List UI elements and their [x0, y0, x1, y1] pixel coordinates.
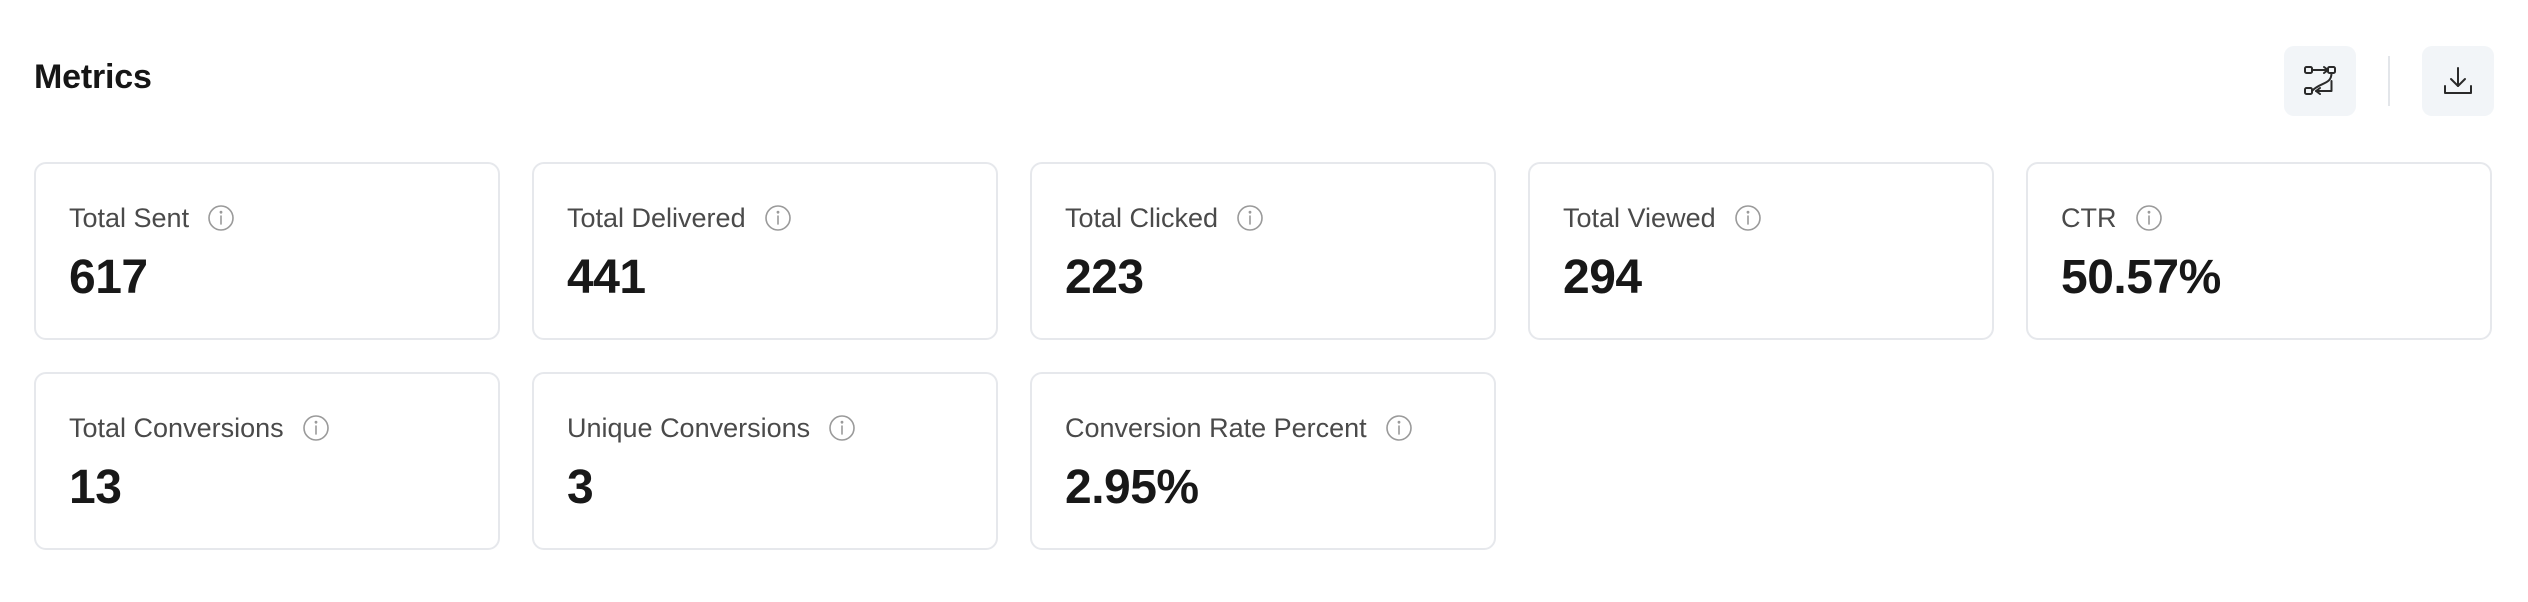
- info-icon[interactable]: [828, 414, 856, 442]
- page-title: Metrics: [34, 58, 152, 96]
- metric-value: 441: [567, 251, 646, 304]
- info-icon[interactable]: [1734, 204, 1762, 232]
- flow-icon: [2302, 63, 2338, 99]
- metric-card-ctr: CTR 50.57%: [2026, 162, 2492, 340]
- info-icon[interactable]: [302, 414, 330, 442]
- metric-label: Total Clicked: [1065, 202, 1219, 233]
- metric-card-unique-conversions: Unique Conversions 3: [532, 372, 998, 550]
- metric-value: 50.57%: [2061, 251, 2221, 304]
- metric-card-conversion-rate-percent: Conversion Rate Percent 2.95%: [1030, 372, 1496, 550]
- metrics-grid: Total Sent 617 Total Delivered 441 Total…: [34, 162, 2494, 550]
- metrics-header: Metrics: [34, 46, 2494, 116]
- metric-label: Conversion Rate Percent: [1065, 412, 1367, 443]
- actions-divider: [2388, 56, 2390, 106]
- flow-button[interactable]: [2284, 46, 2356, 116]
- metric-value: 13: [69, 461, 122, 514]
- metric-card-total-viewed: Total Viewed 294: [1528, 162, 1994, 340]
- info-icon[interactable]: [1385, 414, 1413, 442]
- metric-value: 294: [1563, 251, 1642, 304]
- metric-card-total-clicked: Total Clicked 223: [1030, 162, 1496, 340]
- metric-label: Total Delivered: [567, 202, 746, 233]
- metric-label: Total Viewed: [1563, 202, 1716, 233]
- metric-value: 2.95%: [1065, 461, 1199, 514]
- header-actions: [2284, 46, 2494, 116]
- metric-value: 617: [69, 251, 148, 304]
- info-icon[interactable]: [207, 204, 235, 232]
- metric-card-total-sent: Total Sent 617: [34, 162, 500, 340]
- info-icon[interactable]: [2135, 204, 2163, 232]
- info-icon[interactable]: [1236, 204, 1264, 232]
- download-icon: [2441, 64, 2475, 98]
- info-icon[interactable]: [764, 204, 792, 232]
- download-button[interactable]: [2422, 46, 2494, 116]
- metric-card-total-delivered: Total Delivered 441: [532, 162, 998, 340]
- metric-card-total-conversions: Total Conversions 13: [34, 372, 500, 550]
- metric-label: CTR: [2061, 202, 2117, 233]
- metric-label: Total Conversions: [69, 412, 284, 443]
- metric-value: 223: [1065, 251, 1144, 304]
- metric-label: Unique Conversions: [567, 412, 811, 443]
- metric-label: Total Sent: [69, 202, 190, 233]
- metric-value: 3: [567, 461, 594, 514]
